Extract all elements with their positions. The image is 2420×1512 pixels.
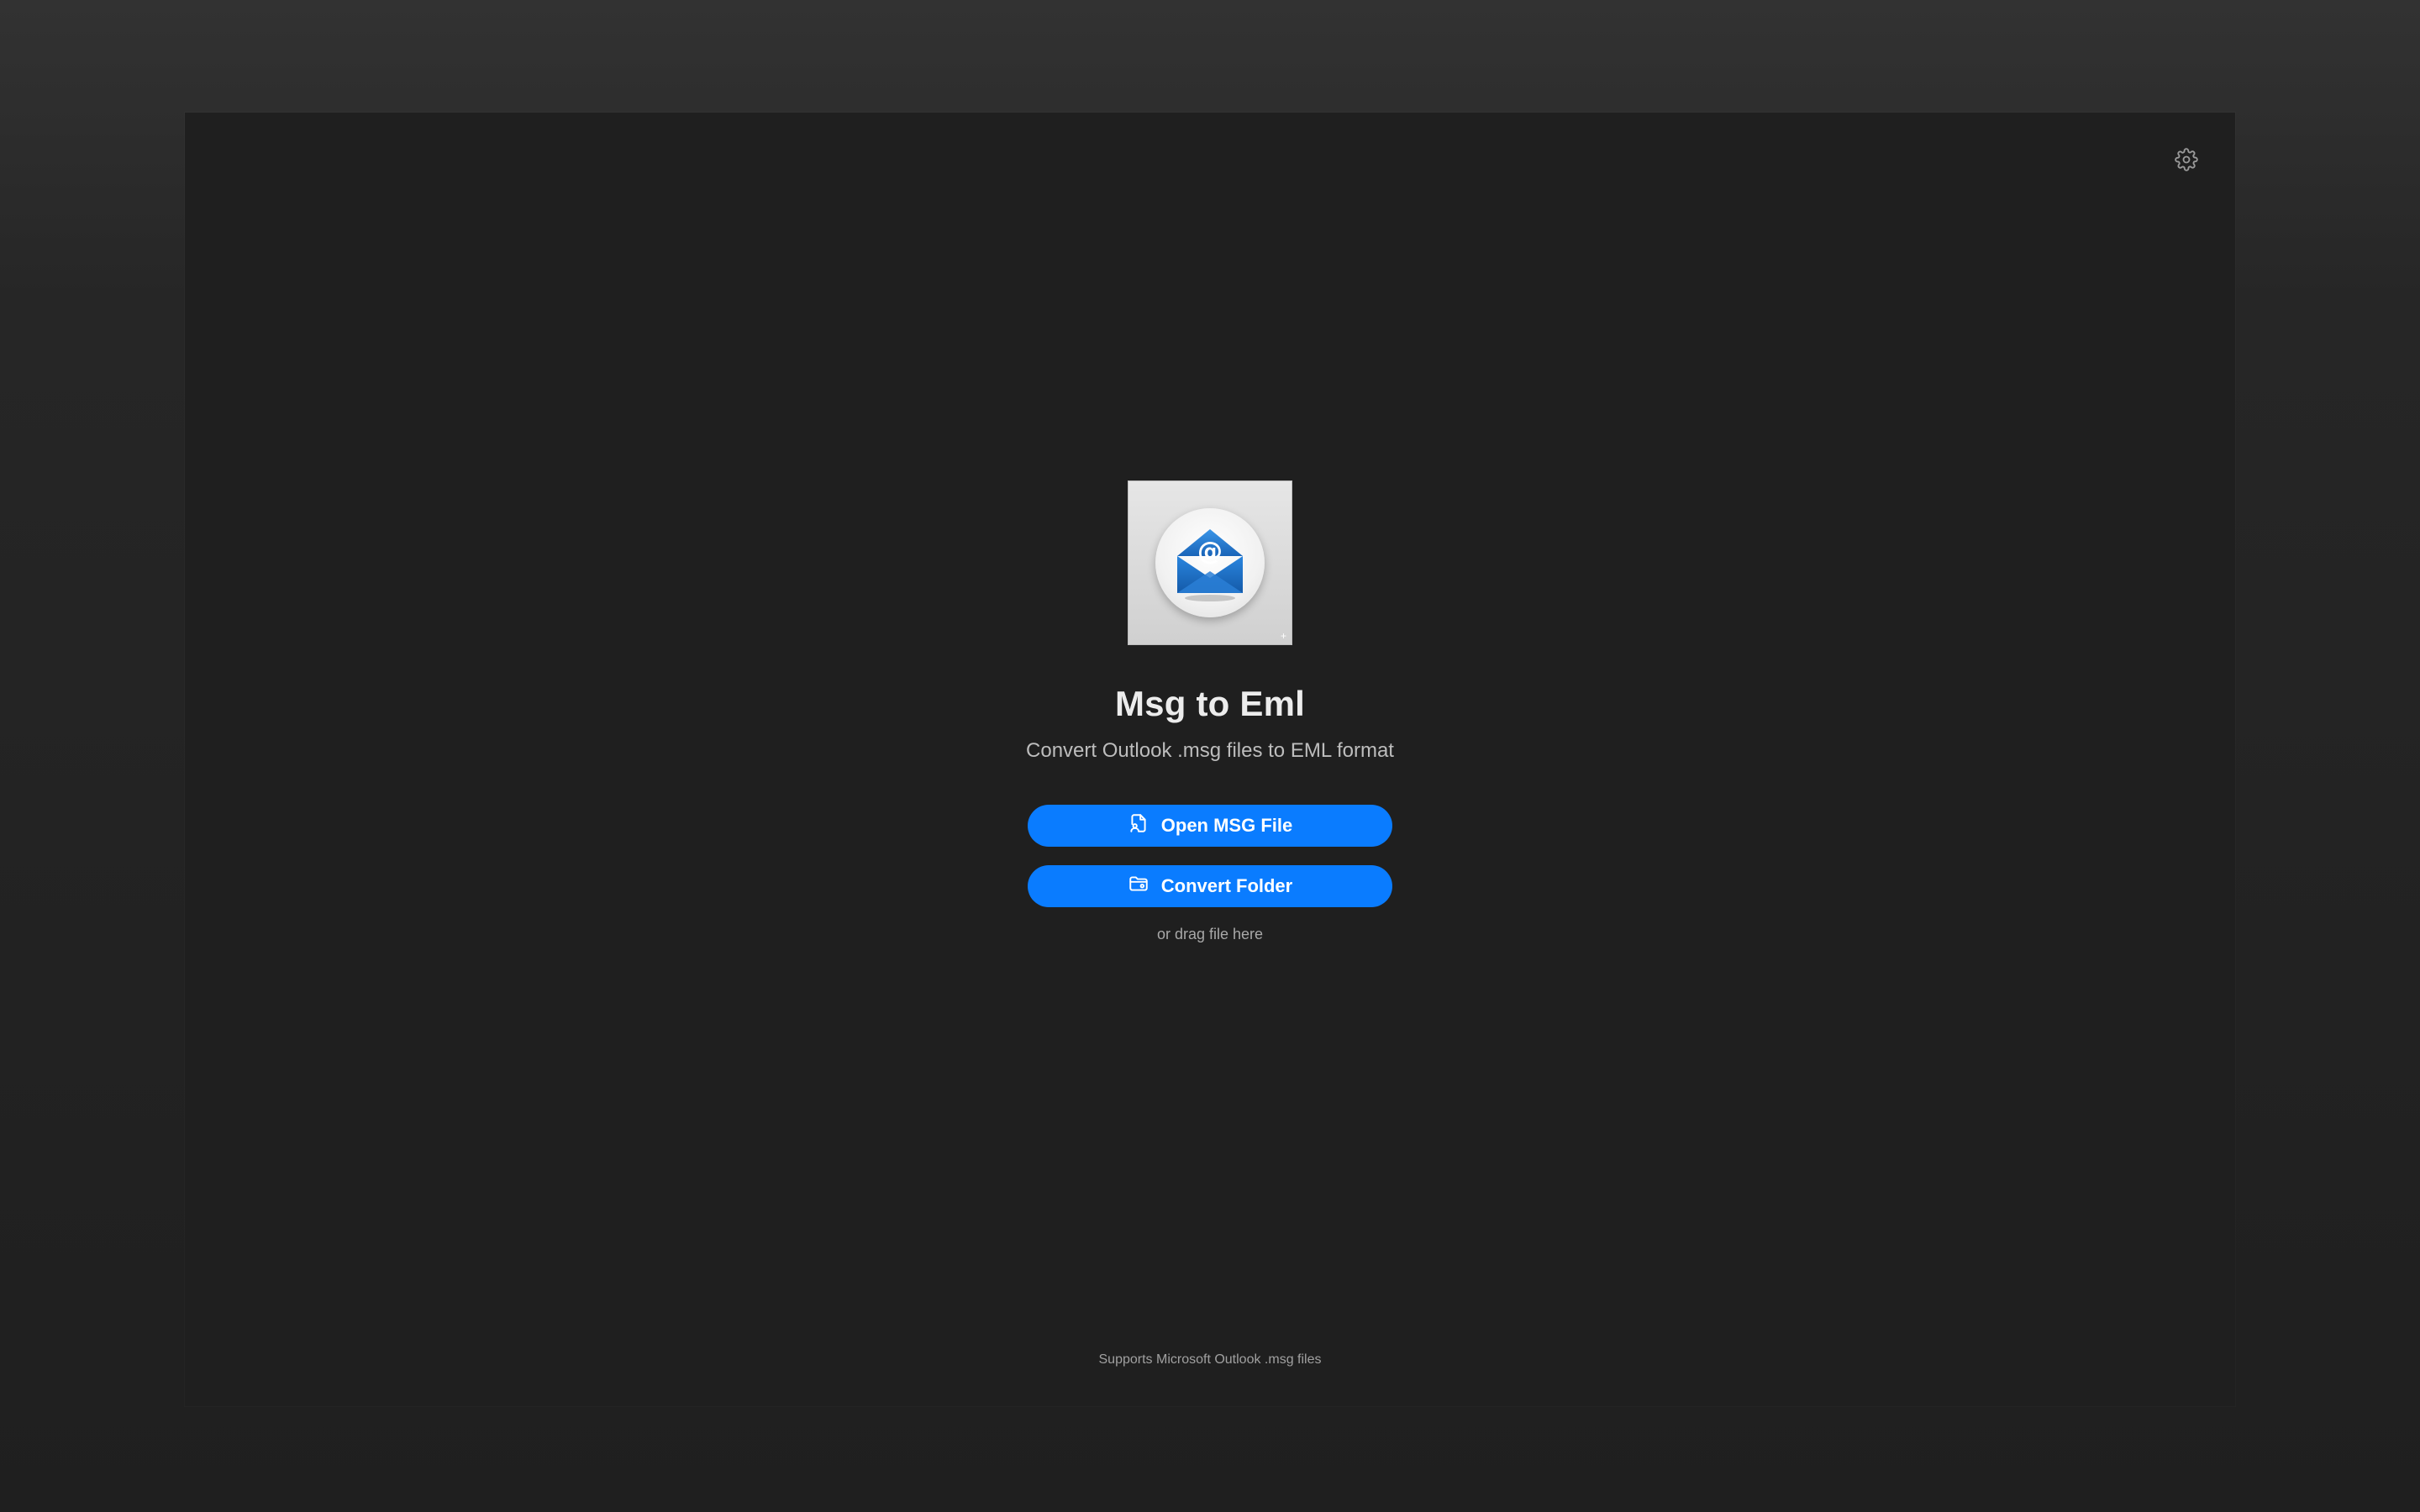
convert-folder-label: Convert Folder bbox=[1160, 875, 1293, 896]
open-msg-file-label: Open MSG File bbox=[1160, 815, 1293, 836]
convert-folder-button[interactable]: Convert Folder bbox=[1028, 865, 1392, 907]
document-person-icon bbox=[1128, 812, 1150, 839]
folder-icon bbox=[1128, 873, 1150, 900]
drag-hint: or drag file here bbox=[1156, 926, 1264, 942]
app-window: @ + Msg to Eml Convert Outlook .msg file… bbox=[185, 113, 2235, 1406]
app-subtitle: Convert Outlook .msg files to EML format bbox=[1026, 739, 1394, 762]
plus-glyph: + bbox=[1280, 630, 1286, 642]
at-sign-glyph: @ bbox=[1197, 537, 1223, 566]
app-title: Msg to Eml bbox=[1114, 684, 1305, 723]
open-msg-file-button[interactable]: Open MSG File bbox=[1028, 805, 1392, 847]
gear-icon bbox=[2175, 147, 2198, 176]
envelope-icon: @ bbox=[1177, 529, 1243, 601]
footer-note: Supports Microsoft Outlook .msg files bbox=[1098, 1352, 1322, 1367]
settings-button[interactable] bbox=[2170, 144, 2203, 178]
app-icon-disc: @ bbox=[1155, 508, 1265, 617]
app-icon: @ + bbox=[1128, 480, 1292, 645]
welcome-panel: @ + Msg to Eml Convert Outlook .msg file… bbox=[185, 480, 2235, 943]
